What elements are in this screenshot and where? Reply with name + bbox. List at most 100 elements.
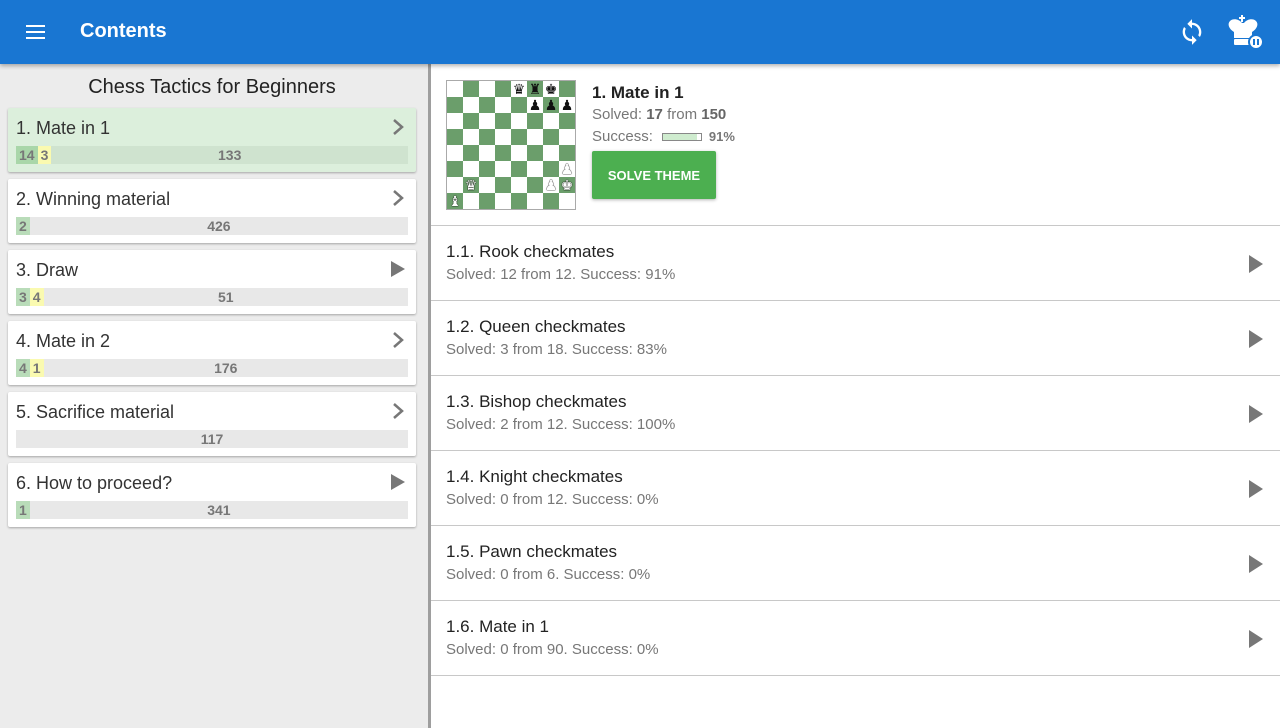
chapter-arrow[interactable] [390,331,406,349]
chapter-card[interactable]: 2. Winning material 2 426 [8,179,416,243]
play-icon[interactable] [1249,405,1263,423]
chapter-title: 1. Mate in 1 [16,118,111,138]
board-square [527,193,543,209]
chapter-progress-bar: 2 426 [16,217,408,235]
board-square [495,145,511,161]
book-title: Chess Tactics for Beginners [88,76,336,98]
board-square [495,113,511,129]
board-square [463,161,479,177]
solve-theme-button[interactable]: SOLVE THEME [592,151,716,199]
chapter-progress-bar: 14 3 133 [16,146,408,164]
board-square [511,161,527,177]
board-square [479,193,495,209]
chapter-arrow[interactable] [390,118,406,136]
success-label: Success: [592,128,653,145]
board-square [511,113,527,129]
chevron-right-icon [393,403,404,419]
sync-button[interactable] [1178,18,1206,46]
chapter-progress-bar: 3 4 51 [16,288,408,306]
sync-icon [1182,19,1202,45]
theme-header: ♛ ♜ ♚ ♟ ♟ ♟ ♟ ♛ ♟ ♚ ♝ 1. Mate in 1 Solved: 17 from… [431,64,1280,226]
theme-title: 1. Mate in 1 [592,83,684,102]
chapter-card[interactable]: 5. Sacrifice material 117 [8,392,416,456]
chapter-progress-bar: 117 [16,430,408,448]
chapter-arrow[interactable] [390,402,406,420]
board-square [463,113,479,129]
subtheme-row[interactable]: 1.5. Pawn checkmates Solved: 0 from 6. S… [431,526,1280,601]
board-square [495,193,511,209]
subtheme-title: 1.2. Queen checkmates [446,317,626,336]
board-square [479,161,495,177]
solved-segment: 2 [16,217,30,235]
board-square: ♜ [527,81,543,97]
app-bar: Contents [0,0,1280,64]
board-square [527,129,543,145]
solved-segment: 1 [16,501,30,519]
subtheme-row[interactable]: 1.1. Rook checkmates Solved: 12 from 12.… [431,226,1280,301]
success-percent: 91% [708,129,735,144]
total-count: 150 [701,106,727,123]
chapter-title: 5. Sacrifice material [16,402,175,422]
subtheme-title: 1.4. Knight checkmates [446,467,623,486]
play-icon[interactable] [1249,255,1263,273]
board-square [495,97,511,113]
chapter-card[interactable]: 3. Draw 3 4 51 [8,250,416,314]
subtheme-stats: Solved: 0 from 6. Success: 0% [446,566,651,583]
board-square [559,81,575,97]
chapter-arrow[interactable] [390,260,406,278]
chapter-card[interactable]: 1. Mate in 1 14 3 133 [8,108,416,172]
king-icon [1228,15,1264,50]
hamburger-icon [26,25,45,27]
chapter-arrow[interactable] [390,473,406,491]
board-square [447,129,463,145]
board-square [495,81,511,97]
chapter-title: 3. Draw [16,260,79,280]
solved-segment: 4 [16,359,30,377]
board-square [527,177,543,193]
subtheme-row[interactable]: 1.4. Knight checkmates Solved: 0 from 12… [431,451,1280,526]
success-bar-fill [662,133,698,140]
board-square [559,193,575,209]
subtheme-row[interactable]: 1.2. Queen checkmates Solved: 3 from 18.… [431,301,1280,376]
board-square [447,145,463,161]
chapter-arrow[interactable] [390,189,406,207]
board-square [479,113,495,129]
board-square [463,145,479,161]
chevron-right-icon [393,332,404,348]
solved-count: 17 [646,106,663,123]
success-bar [661,132,702,141]
chapter-card[interactable]: 6. How to proceed? 1 341 [8,463,416,527]
board-square [479,177,495,193]
board-square [463,129,479,145]
subtheme-row[interactable]: 1.6. Mate in 1 Solved: 0 from 90. Succes… [431,601,1280,676]
subtheme-title: 1.1. Rook checkmates [446,242,615,261]
solved-segment: 3 [16,288,30,306]
remaining-segment: 341 [207,502,231,518]
board-square [463,81,479,97]
board-square [479,145,495,161]
theme-solved: Solved: 17 from 150 [592,106,726,123]
play-icon[interactable] [1249,330,1263,348]
play-icon[interactable] [1249,630,1263,648]
board-square [447,177,463,193]
subtheme-row[interactable]: 1.3. Bishop checkmates Solved: 2 from 12… [431,376,1280,451]
board-square [463,97,479,113]
board-square: ♛ [463,177,479,193]
play-icon[interactable] [1249,480,1263,498]
black-pawn-icon: ♟ [528,97,542,113]
menu-button[interactable] [24,20,48,44]
board-square [447,161,463,177]
board-square: ♟ [559,161,575,177]
play-icon[interactable] [1249,555,1263,573]
account-button[interactable] [1226,14,1264,50]
solved-segment: 14 [16,146,38,164]
chevron-right-icon [393,190,404,206]
page-title: Contents [80,20,167,42]
chapter-card[interactable]: 4. Mate in 2 4 1 176 [8,321,416,385]
board-square [447,113,463,129]
board-square [511,129,527,145]
remaining-segment: 133 [218,147,242,163]
black-pawn-icon: ♟ [544,97,558,113]
black-king-icon: ♚ [544,81,558,97]
remaining-segment: 51 [218,289,234,305]
